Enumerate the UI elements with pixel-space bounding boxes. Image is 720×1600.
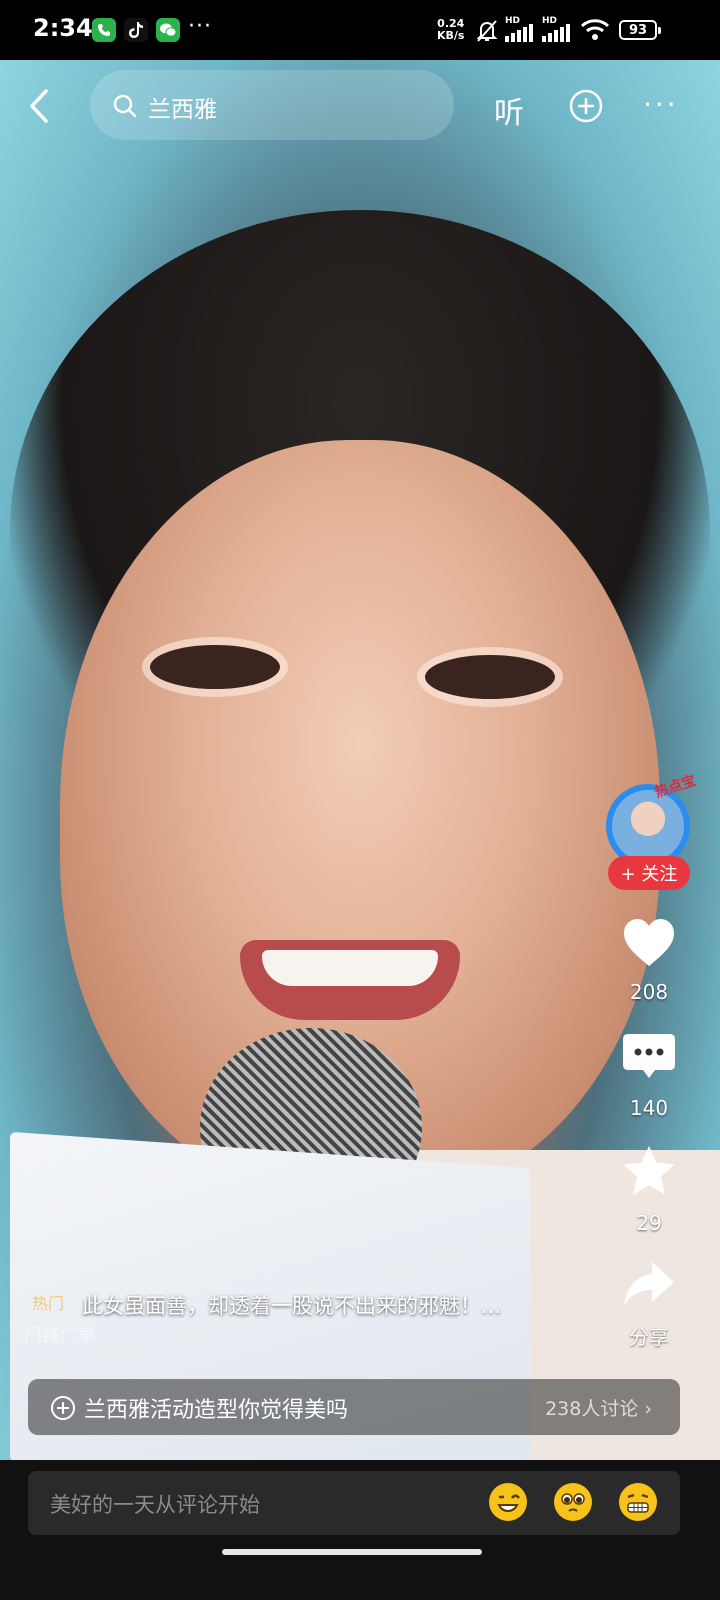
phone-icon — [92, 18, 116, 42]
avatar-image — [612, 790, 684, 862]
like-heart-icon[interactable] — [622, 918, 676, 968]
comment-icon[interactable] — [622, 1032, 676, 1082]
tiktok-icon — [124, 18, 148, 42]
topic-title: 兰西雅活动造型你觉得美吗 — [84, 1398, 349, 1423]
topic-plus-icon — [51, 1396, 75, 1420]
more-options-button[interactable]: ··· — [643, 91, 679, 119]
status-bar: 2:34 ··· 0.24 KB/s HD HD 93 — [0, 0, 720, 60]
follow-button[interactable]: + 关注 — [608, 856, 690, 890]
comment-count: 140 — [629, 1096, 669, 1120]
favorite-count: 29 — [636, 1211, 662, 1235]
favorite-star-icon[interactable] — [620, 1144, 678, 1198]
status-more-icon: ··· — [188, 14, 212, 39]
grimace-emoji-icon[interactable] — [619, 1483, 657, 1521]
signal-icon — [542, 24, 570, 42]
video-caption[interactable]: 此女虽面善，却透着一股说不出来的邪魅！... — [82, 1290, 501, 1320]
video-teeth — [262, 950, 438, 986]
net-speed: 0.24 KB/s — [437, 18, 464, 42]
topic-bar[interactable]: 兰西雅活动造型你觉得美吗 238人讨论 › — [28, 1379, 680, 1435]
like-count: 208 — [629, 980, 669, 1004]
caption-faint-text: 门锋广草 — [24, 1326, 96, 1347]
net-speed-unit: KB/s — [437, 29, 465, 42]
share-arrow-icon[interactable] — [622, 1260, 676, 1308]
mute-bell-icon — [476, 20, 498, 42]
share-label: 分享 — [629, 1325, 669, 1349]
comment-input[interactable]: 美好的一天从评论开始 — [28, 1471, 680, 1535]
grinning-wink-emoji-icon[interactable] — [489, 1483, 527, 1521]
topic-discussion-count: 238人讨论 › — [545, 1398, 652, 1420]
battery-icon: 93 — [619, 20, 661, 40]
search-text: 兰西雅 — [148, 97, 217, 123]
wechat-icon — [156, 18, 180, 42]
caption-tag: 热门 — [32, 1294, 65, 1313]
video-eye-left — [150, 645, 280, 689]
video-frame[interactable] — [0, 60, 720, 1460]
add-circle-button[interactable] — [569, 89, 603, 123]
search-box[interactable]: 兰西雅 — [90, 70, 454, 140]
comment-placeholder: 美好的一天从评论开始 — [50, 1493, 260, 1517]
video-eye-right — [425, 655, 555, 699]
pleading-emoji-icon[interactable] — [554, 1483, 592, 1521]
home-indicator[interactable] — [222, 1549, 482, 1555]
back-button[interactable] — [24, 88, 54, 124]
wifi-icon — [580, 19, 610, 40]
search-icon — [113, 94, 137, 118]
status-time: 2:34 — [33, 14, 93, 42]
listen-button[interactable]: 听 — [494, 88, 524, 132]
signal-icon — [505, 24, 533, 42]
